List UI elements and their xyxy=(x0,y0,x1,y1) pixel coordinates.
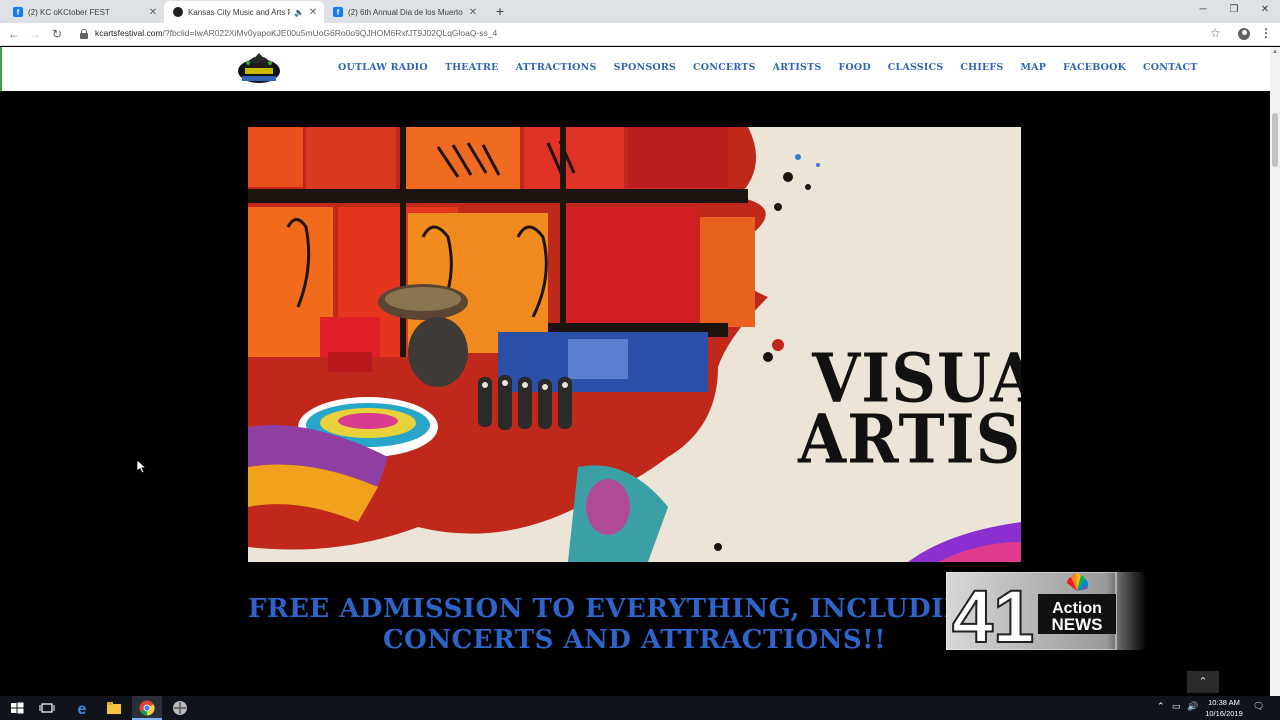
close-tab-icon[interactable]: ✕ xyxy=(468,7,478,18)
notifications-icon[interactable]: 🗨 xyxy=(1253,701,1264,712)
address-bar[interactable]: kcartsfestival.com/?fbclid=IwAR022XiMv0y… xyxy=(95,28,497,38)
show-hidden-icons[interactable]: ⌃ xyxy=(1157,701,1165,712)
kc-arts-festival-logo[interactable] xyxy=(236,51,282,87)
kc-logo-icon xyxy=(173,7,183,17)
star-icon[interactable]: ☆ xyxy=(1210,26,1221,40)
scroll-up-icon[interactable]: ▲ xyxy=(1272,49,1278,55)
volume-icon[interactable]: 🔊 xyxy=(1187,701,1198,712)
nav-chiefs[interactable]: CHIEFS xyxy=(960,62,1003,73)
close-tab-icon[interactable]: ✕ xyxy=(148,7,158,18)
tab-kc-music-arts[interactable]: Kansas City Music and Arts Fe 🔈 ✕ xyxy=(164,1,324,23)
file-explorer-icon[interactable] xyxy=(105,699,123,717)
minimize-button[interactable]: ─ xyxy=(1188,0,1218,20)
nav-classics[interactable]: CLASSICS xyxy=(888,62,944,73)
back-arrow-icon[interactable]: ← xyxy=(6,26,22,42)
edge-icon[interactable]: e xyxy=(73,699,91,717)
lock-icon[interactable] xyxy=(80,29,88,39)
nav-sponsors[interactable]: SPONSORS xyxy=(614,62,676,73)
tab-title: (2) KC oKCtober FEST xyxy=(28,7,110,17)
mouse-cursor-icon xyxy=(137,460,147,474)
network-icon[interactable]: ▭ xyxy=(1172,701,1181,712)
nav-theatre[interactable]: THEATRE xyxy=(445,62,499,73)
back-to-top-button[interactable]: ⌃ xyxy=(1187,671,1219,693)
facebook-icon: f xyxy=(333,7,343,17)
tab-dia-de-los-muertos[interactable]: f (2) 6th Annual Dia de los Muerto ✕ xyxy=(324,1,484,23)
admission-line1: FREE ADMISSION TO EVERYTHING, INCLUDING … xyxy=(248,594,1059,624)
tab-okctober-fest[interactable]: f (2) KC oKCtober FEST ✕ xyxy=(4,1,164,23)
tab-strip: f (2) KC oKCtober FEST ✕ Kansas City Mus… xyxy=(0,0,1280,23)
system-clock[interactable]: 10:38 AM 10/16/2019 xyxy=(1200,697,1248,719)
nav-food[interactable]: FOOD xyxy=(838,62,870,73)
free-admission-heading: FREE ADMISSION TO EVERYTHING, INCLUDING … xyxy=(248,594,1059,656)
speaker-icon[interactable]: 🔈 xyxy=(294,8,304,17)
hero-title-line2: ARTISTS xyxy=(798,399,1021,479)
admission-line2: CONCERTS AND ATTRACTIONS!! xyxy=(382,625,886,655)
app-taskbar-icon[interactable] xyxy=(171,699,189,717)
page-scrollbar[interactable]: ▲ xyxy=(1270,47,1280,696)
site-nav: OUTLAW RADIO THEATRE ATTRACTIONS SPONSOR… xyxy=(338,62,1215,73)
tv-bug-number: 41 xyxy=(952,575,1034,650)
close-window-button[interactable]: ✕ xyxy=(1250,0,1280,20)
nav-outlaw-radio[interactable]: OUTLAW RADIO xyxy=(338,62,428,73)
clock-time: 10:38 AM xyxy=(1208,698,1240,707)
browser-toolbar: ← → ↻ kcartsfestival.com/?fbclid=IwAR022… xyxy=(0,23,1280,46)
nav-map[interactable]: MAP xyxy=(1020,62,1046,73)
hero-image: VISUAL ARTISTS xyxy=(248,127,1021,562)
windows-start-icon[interactable] xyxy=(8,699,26,717)
nav-facebook[interactable]: FACEBOOK xyxy=(1063,62,1126,73)
tab-title: Kansas City Music and Arts Fe xyxy=(188,7,291,17)
tv-bug-news: NEWS xyxy=(1052,615,1103,634)
clock-date: 10/16/2019 xyxy=(1205,709,1243,718)
nav-attractions[interactable]: ATTRACTIONS xyxy=(516,62,597,73)
task-view-icon[interactable] xyxy=(38,699,56,717)
url-path: /?fbclid=IwAR022XiMv0yapoKJE00u5mUoG6Ro0… xyxy=(162,28,498,38)
site-header: OUTLAW RADIO THEATRE ATTRACTIONS SPONSOR… xyxy=(0,47,1270,91)
forward-arrow-icon[interactable]: → xyxy=(27,26,43,42)
tab-title: (2) 6th Annual Dia de los Muerto xyxy=(348,7,463,17)
nav-contact[interactable]: CONTACT xyxy=(1143,62,1197,73)
restore-button[interactable]: ❐ xyxy=(1219,0,1249,20)
tv-station-logo: 41 Action NEWS xyxy=(946,572,1146,650)
url-host: kcartsfestival.com xyxy=(95,28,163,38)
chrome-icon[interactable] xyxy=(138,699,156,717)
svg-text:e: e xyxy=(78,701,87,717)
nav-artists[interactable]: ARTISTS xyxy=(773,62,822,73)
close-tab-icon[interactable]: ✕ xyxy=(308,7,318,18)
reload-icon[interactable]: ↻ xyxy=(49,26,65,42)
facebook-icon: f xyxy=(13,7,23,17)
kebab-icon[interactable]: ⋮ xyxy=(1260,26,1272,40)
profile-icon[interactable] xyxy=(1238,28,1250,40)
windows-taskbar: e ⌃ ▭ 🔊 10:38 AM 10/16/2019 🗨 xyxy=(0,696,1280,720)
new-tab-button[interactable]: + xyxy=(492,3,508,19)
hero-title: VISUAL ARTISTS xyxy=(798,345,1021,479)
nav-concerts[interactable]: CONCERTS xyxy=(693,62,756,73)
scrollbar-thumb[interactable] xyxy=(1272,113,1278,167)
